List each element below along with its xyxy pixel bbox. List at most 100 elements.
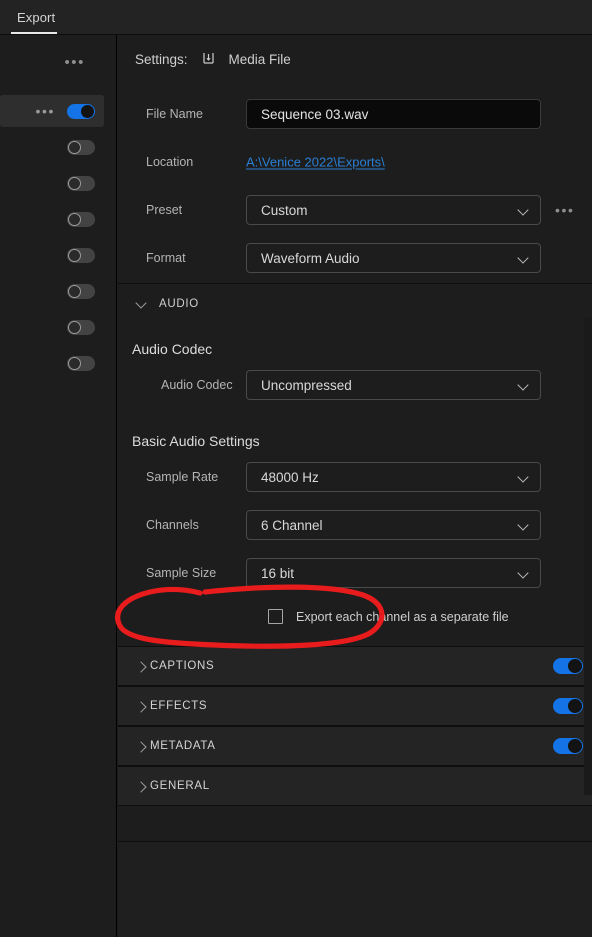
sample-size-value: 16 bit [261, 565, 295, 581]
rail-overflow-menu-icon[interactable]: ••• [64, 55, 85, 70]
chevron-down-icon [518, 472, 529, 483]
chevron-down-icon [518, 520, 529, 531]
preset-toggle-8[interactable] [67, 355, 95, 371]
export-form: File Name Sequence 03.wav Location A:\Ve… [118, 90, 592, 282]
field-row-preset: Preset Custom ••• [118, 186, 592, 234]
location-label: Location [146, 155, 194, 169]
chevron-down-icon [518, 253, 529, 264]
preset-dropdown[interactable]: Custom [246, 195, 541, 225]
field-row-format: Format Waveform Audio [118, 234, 592, 282]
field-row-audio-codec: Audio Codec Uncompressed [118, 361, 592, 409]
toggle-knob [68, 320, 81, 334]
divider-above-audio [118, 283, 592, 284]
export-each-channel-checkbox[interactable] [268, 609, 283, 624]
tab-bar: Export [0, 0, 592, 35]
file-name-value: Sequence 03.wav [261, 106, 369, 122]
section-row-metadata[interactable]: METADATA [118, 726, 592, 766]
channels-dropdown[interactable]: 6 Channel [246, 510, 541, 540]
section-title-audio: AUDIO [159, 298, 199, 310]
chevron-down-icon [518, 205, 529, 216]
chevron-right-icon [136, 701, 147, 712]
sidebar-item-preset-row-7[interactable] [0, 311, 104, 343]
format-value: Waveform Audio [261, 250, 360, 266]
preset-toggle-5[interactable] [67, 247, 95, 263]
captions-toggle[interactable] [553, 658, 583, 674]
settings-header: Settings: Media File [135, 52, 291, 67]
sidebar-item-preset-row-4[interactable] [0, 203, 104, 235]
toggle-knob [568, 739, 582, 753]
format-dropdown[interactable]: Waveform Audio [246, 243, 541, 273]
export-settings-window: Export ••• ••• Settings: Media File File… [0, 0, 592, 937]
file-name-label: File Name [146, 107, 203, 121]
toggle-knob [68, 212, 81, 226]
preset-toggle-1[interactable] [67, 103, 95, 119]
sidebar-item-preset-row-3[interactable] [0, 167, 104, 199]
export-each-channel-row[interactable]: Export each channel as a separate file [268, 609, 509, 624]
export-each-channel-label: Export each channel as a separate file [296, 609, 509, 624]
preset-more-menu-icon[interactable]: ••• [555, 203, 575, 217]
preset-toggle-7[interactable] [67, 319, 95, 335]
group-title-audio-codec: Audio Codec [132, 341, 213, 357]
chevron-down-icon [518, 380, 529, 391]
settings-panel: Settings: Media File File Name Sequence … [118, 35, 592, 937]
preset-value: Custom [261, 202, 308, 218]
tab-export[interactable]: Export [9, 0, 63, 35]
toggle-knob [68, 356, 81, 370]
sample-rate-label: Sample Rate [146, 470, 219, 484]
preset-toggle-6[interactable] [67, 283, 95, 299]
preset-toggle-3[interactable] [67, 175, 95, 191]
tab-export-label: Export [17, 10, 56, 25]
sample-rate-value: 48000 Hz [261, 469, 319, 485]
field-row-channels: Channels 6 Channel [118, 501, 592, 549]
group-title-basic-audio-settings: Basic Audio Settings [132, 433, 260, 449]
chevron-down-icon [136, 299, 147, 310]
field-row-sample-size: Sample Size 16 bit [118, 549, 592, 597]
sidebar-item-preset-row-5[interactable] [0, 239, 104, 271]
section-header-audio[interactable]: AUDIO [136, 298, 199, 310]
audio-codec-value: Uncompressed [261, 377, 352, 393]
sidebar-item-preset-row-8[interactable] [0, 347, 104, 379]
toggle-knob [68, 140, 81, 154]
section-title-metadata: METADATA [150, 740, 216, 752]
chevron-down-icon [518, 568, 529, 579]
preset-toggle-2[interactable] [67, 139, 95, 155]
preset-toggle-4[interactable] [67, 211, 95, 227]
export-media-icon [201, 52, 216, 67]
preset-rail: ••• ••• [0, 35, 117, 937]
tab-active-indicator [11, 32, 57, 34]
metadata-toggle[interactable] [553, 738, 583, 754]
channels-label: Channels [146, 518, 199, 532]
toggle-knob [568, 659, 582, 673]
channels-value: 6 Channel [261, 517, 323, 533]
sidebar-item-preset-row-active[interactable]: ••• [0, 95, 104, 127]
toggle-knob [568, 699, 582, 713]
location-link[interactable]: A:\Venice 2022\Exports\ [246, 155, 385, 170]
chevron-right-icon [136, 661, 147, 672]
field-row-sample-rate: Sample Rate 48000 Hz [118, 453, 592, 501]
chevron-right-icon [136, 781, 147, 792]
section-row-captions[interactable]: CAPTIONS [118, 646, 592, 686]
audio-codec-dropdown[interactable]: Uncompressed [246, 370, 541, 400]
sidebar-item-preset-row-2[interactable] [0, 131, 104, 163]
section-row-general[interactable]: GENERAL [118, 766, 592, 806]
preset-label: Preset [146, 203, 183, 217]
row-overflow-menu-icon[interactable]: ••• [35, 104, 55, 118]
audio-codec-label: Audio Codec [161, 378, 233, 392]
toggle-knob [68, 248, 81, 262]
format-label: Format [146, 251, 186, 265]
sample-rate-dropdown[interactable]: 48000 Hz [246, 462, 541, 492]
vertical-scrollbar[interactable] [584, 317, 592, 795]
settings-value: Media File [228, 52, 291, 67]
effects-toggle[interactable] [553, 698, 583, 714]
section-row-effects[interactable]: EFFECTS [118, 686, 592, 726]
toggle-knob [68, 284, 81, 298]
chevron-right-icon [136, 741, 147, 752]
settings-label: Settings: [135, 52, 188, 67]
field-row-file-name: File Name Sequence 03.wav [118, 90, 592, 138]
sample-size-dropdown[interactable]: 16 bit [246, 558, 541, 588]
section-title-general: GENERAL [150, 780, 210, 792]
section-title-effects: EFFECTS [150, 700, 208, 712]
field-row-location: Location A:\Venice 2022\Exports\ [118, 138, 592, 186]
file-name-input[interactable]: Sequence 03.wav [246, 99, 541, 129]
sidebar-item-preset-row-6[interactable] [0, 275, 104, 307]
